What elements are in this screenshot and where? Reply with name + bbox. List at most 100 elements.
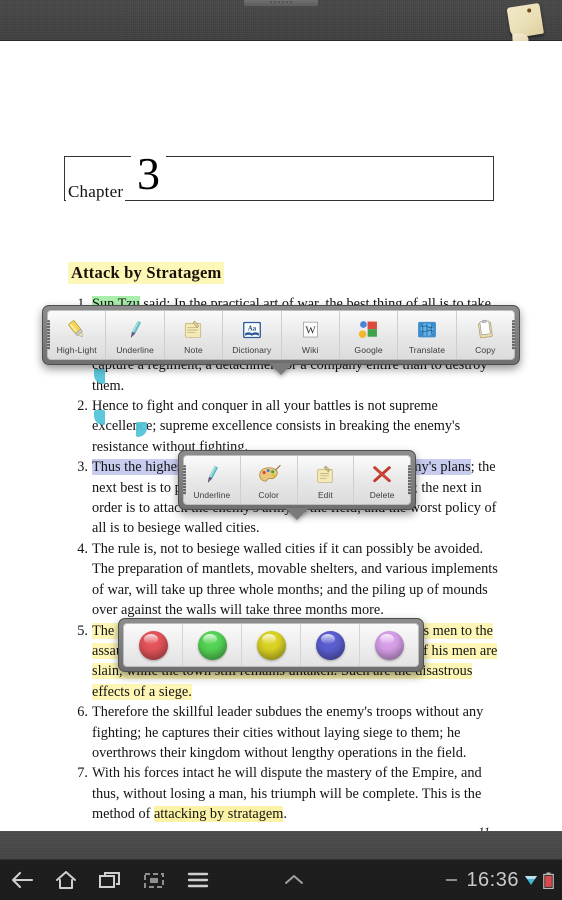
- menu-button[interactable]: [176, 860, 220, 900]
- text-segment: Therefore the skillful leader subdues th…: [92, 704, 484, 761]
- book-paragraph[interactable]: 2. Hence to fight and conquer in all your…: [68, 396, 500, 457]
- text-segment: .: [283, 806, 287, 823]
- chapter-heading-box: [64, 156, 494, 201]
- recent-apps-button[interactable]: [88, 860, 132, 900]
- chapter-label: Chapter: [66, 182, 126, 202]
- toolbar-item-label: Edit: [317, 490, 333, 500]
- edit-note-icon: [300, 462, 352, 488]
- toolbar-grip-right: [512, 320, 515, 350]
- toolbar-item-label: Dictionary: [232, 345, 272, 355]
- toolbar-item-underline[interactable]: Underline: [106, 311, 165, 359]
- text-segment: attacking by stratagem: [153, 806, 284, 823]
- screenshot-icon: [142, 870, 166, 890]
- toolbar-item-label: Color: [258, 490, 279, 500]
- annotation-toolbar-items: Underline Color Edit Delete: [183, 455, 411, 505]
- google-logo-icon: [342, 317, 395, 343]
- section-title: Attack by Stratagem: [68, 262, 225, 284]
- toolbar-item-note[interactable]: Note: [165, 311, 224, 359]
- toolbar-item-high-light[interactable]: High-Light: [48, 311, 107, 359]
- color-dot: [197, 630, 227, 660]
- back-arrow-icon: [10, 870, 34, 890]
- toolbar-item-label: Copy: [475, 345, 496, 355]
- underline-pen-icon: [108, 317, 161, 343]
- toolbar-item-underline[interactable]: Underline: [184, 456, 241, 504]
- toolbar-item-copy[interactable]: Copy: [457, 311, 514, 359]
- annotation-toolbar-grip-right: [408, 465, 411, 495]
- toolbar-item-label: Underline: [193, 490, 231, 500]
- svg-text:Aa: Aa: [248, 325, 257, 332]
- toolbar-item-label: Translate: [408, 345, 446, 355]
- annotation-toolbar[interactable]: Underline Color Edit Delete: [178, 450, 416, 520]
- toolbar-item-label: Wiki: [301, 345, 319, 355]
- toolbar-item-edit[interactable]: Edit: [298, 456, 355, 504]
- home-icon: [54, 869, 78, 891]
- toolbar-items: High-Light Underline Note Aa Dictionary W Wiki…: [47, 310, 515, 360]
- toolbar-item-wiki[interactable]: W Wiki: [282, 311, 340, 359]
- paragraph-number: 7.: [77, 765, 88, 782]
- paragraph-number: 6.: [77, 704, 88, 721]
- status-clock: 16:36: [466, 868, 519, 891]
- toolbar-item-label: Delete: [369, 490, 395, 500]
- color-swatch-green[interactable]: [183, 624, 242, 666]
- paragraph-number: 5.: [77, 622, 88, 639]
- text-segment: The rule is, not to besiege walled citie…: [92, 540, 498, 619]
- paragraph-number: 4.: [77, 540, 88, 557]
- color-dot: [374, 630, 404, 660]
- color-swatch-yellow[interactable]: [242, 624, 301, 666]
- sticky-note-icon[interactable]: [506, 2, 548, 44]
- color-swatch-blue[interactable]: [301, 624, 360, 666]
- color-palette-icon: [243, 462, 295, 488]
- home-button[interactable]: [44, 860, 88, 900]
- window-grip-handle[interactable]: [243, 0, 319, 7]
- dictionary-book-icon: Aa: [225, 317, 278, 343]
- screenshot-button[interactable]: [132, 860, 176, 900]
- text-selection-toolbar[interactable]: High-Light Underline Note Aa Dictionary W Wiki…: [42, 305, 520, 375]
- chapter-number: 3: [131, 151, 166, 197]
- book-paragraph[interactable]: 6. Therefore the skillful leader subdues …: [68, 702, 500, 763]
- back-button[interactable]: [0, 860, 44, 900]
- paragraph-number: 2.: [77, 398, 88, 415]
- toolbar-item-color[interactable]: Color: [241, 456, 298, 504]
- expand-button[interactable]: [272, 860, 316, 900]
- android-navigation-bar: 16:36: [0, 831, 562, 900]
- color-swatch-red[interactable]: [124, 624, 183, 666]
- menu-icon: [186, 871, 210, 889]
- book-paragraph[interactable]: 7. With his forces intact he will dispute…: [68, 763, 500, 824]
- wikipedia-w-icon: W: [284, 317, 337, 343]
- book-page[interactable]: Chapter 3 Attack by Stratagem 1. Sun Tzu …: [0, 41, 562, 839]
- highlighter-pen-icon: [50, 317, 103, 343]
- notification-dash-icon: [446, 879, 458, 881]
- toolbar-item-google[interactable]: Google: [340, 311, 399, 359]
- color-picker-popup[interactable]: [118, 618, 424, 672]
- paragraph-number: 3.: [77, 459, 88, 476]
- grip-dots: [270, 1, 292, 3]
- svg-text:W: W: [305, 325, 316, 337]
- color-dot: [256, 630, 286, 660]
- color-swatch-row: [123, 623, 419, 667]
- copy-clipboard-icon: [459, 317, 512, 343]
- underline-pen-icon: [186, 462, 238, 488]
- color-dot: [138, 630, 168, 660]
- status-cluster[interactable]: 16:36: [446, 869, 562, 892]
- annotation-toolbar-pointer-arrow: [285, 508, 309, 520]
- toolbar-grip-left: [47, 320, 50, 350]
- note-pad-icon: [167, 317, 220, 343]
- top-system-bar: [0, 0, 562, 41]
- book-paragraph[interactable]: 4. The rule is, not to besiege walled cit…: [68, 539, 500, 621]
- color-swatch-purple[interactable]: [360, 624, 418, 666]
- toolbar-item-label: Google: [354, 345, 383, 355]
- nav-button-row: 16:36: [0, 860, 562, 900]
- toolbar-item-translate[interactable]: Translate: [398, 311, 457, 359]
- toolbar-item-label: High-Light: [56, 345, 97, 355]
- delete-x-icon: [356, 462, 408, 488]
- tablet-screen: Chapter 3 Attack by Stratagem 1. Sun Tzu …: [0, 0, 562, 900]
- translate-globe-icon: [400, 317, 453, 343]
- toolbar-item-label: Note: [184, 345, 203, 355]
- toolbar-pointer-arrow: [269, 363, 293, 375]
- annotation-toolbar-grip-left: [183, 465, 186, 495]
- color-dot: [315, 630, 345, 660]
- toolbar-item-delete[interactable]: Delete: [354, 456, 410, 504]
- toolbar-item-dictionary[interactable]: Aa Dictionary: [223, 311, 282, 359]
- chevron-up-icon: [281, 872, 307, 888]
- recent-apps-icon: [98, 870, 122, 890]
